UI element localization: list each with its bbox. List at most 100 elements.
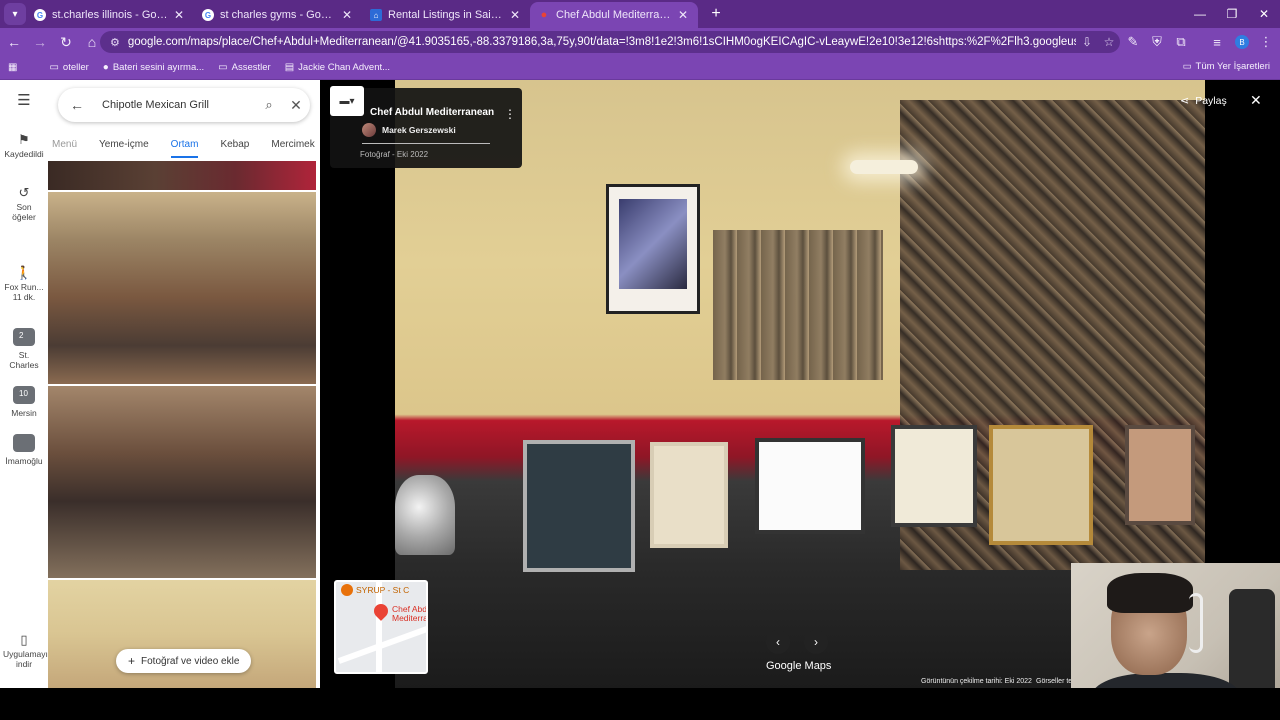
rail-label: St. Charles [9, 350, 39, 370]
folder-icon: ▭ [49, 62, 59, 73]
avatar[interactable] [362, 123, 376, 137]
photo-thumbnail[interactable] [48, 192, 316, 384]
bookmark-label: oteller [62, 62, 89, 73]
thumbnail-badge: 2 [19, 331, 24, 340]
site-icon: ● [102, 62, 109, 73]
all-bookmarks[interactable]: ▭ Tüm Yer İşaretleri [1183, 61, 1270, 72]
tab-ortam[interactable]: Ortam [170, 136, 199, 158]
rail-st-charles[interactable]: 2 St. Charles [0, 328, 48, 370]
bookmark-label: Bateri sesini ayırma... [112, 62, 205, 73]
clear-search-icon[interactable]: ✕ [282, 97, 310, 114]
add-photo-button[interactable]: + Fotoğraf ve video ekle [116, 649, 252, 673]
media-icon[interactable]: ≡ [1205, 28, 1229, 56]
star-icon[interactable]: ☆ [1098, 35, 1120, 49]
history-icon: ↺ [18, 185, 30, 200]
menu-icon[interactable]: ⋮ [1254, 28, 1278, 56]
search-icon[interactable]: ⌕ [256, 97, 282, 113]
rail-recents[interactable]: ↺ Son öğeler [0, 185, 48, 222]
photo-thumbnail[interactable] [48, 161, 316, 190]
share-label: Paylaş [1195, 94, 1227, 107]
window-close-icon[interactable]: ✕ [1248, 0, 1280, 28]
framed-certificate [523, 440, 635, 572]
tab-label: Rental Listings in Saint Charles [388, 9, 504, 21]
rail-label: Uygulamayı indir [3, 649, 48, 669]
rail-label: Kaydedildi [4, 149, 44, 159]
back-icon[interactable]: ← [2, 30, 26, 54]
headset [1189, 593, 1203, 653]
bookmark-assestler[interactable]: ▭ Assestler [218, 62, 271, 73]
rail-mersin[interactable]: 10 Mersin [0, 386, 48, 418]
bookmark-oteller[interactable]: ▭ oteller [49, 62, 88, 73]
framed-certificate [1125, 425, 1195, 525]
map-road [337, 626, 426, 664]
thumbnail-icon [13, 434, 35, 452]
menu-icon: ☰ [17, 92, 31, 109]
tab-search-icon[interactable]: ▾ [4, 3, 26, 25]
new-tab-button[interactable]: + [706, 5, 726, 23]
restore-icon[interactable]: ❐ [1216, 0, 1248, 28]
profile-avatar[interactable]: B [1235, 35, 1249, 49]
minimize-icon[interactable]: — [1184, 0, 1216, 28]
reload-icon[interactable]: ↻ [54, 30, 78, 54]
forward-icon[interactable]: → [28, 30, 52, 54]
rail-download-app[interactable]: ▯ Uygulamayı indir [0, 633, 48, 669]
tab-2[interactable]: G st charles gyms - Google'da Ara ✕ [194, 2, 362, 28]
photo-thumbnail[interactable] [48, 386, 316, 578]
more-options-icon[interactable]: ⋮ [504, 107, 516, 121]
tab-kebap[interactable]: Kebap [220, 136, 249, 158]
maps-icon: ● [540, 9, 548, 21]
hamburger-menu[interactable]: ☰ [0, 92, 48, 110]
bookmark-jackie[interactable]: ▤ Jackie Chan Advent... [285, 62, 390, 73]
rail-fox-run[interactable]: 🚶 Fox Run... 11 dk. [0, 266, 48, 302]
url-text[interactable]: google.com/maps/place/Chef+Abdul+Mediter… [128, 36, 1076, 48]
next-photo-icon[interactable]: › [804, 630, 828, 654]
apps-icon[interactable]: ▦ [8, 62, 21, 73]
framed-certificate [755, 438, 865, 534]
mini-map[interactable]: SYRUP - St C Chef Abd Mediterra [334, 580, 428, 674]
thumbnail-badge: 10 [19, 389, 28, 398]
back-arrow-icon[interactable]: ← [62, 97, 92, 113]
pen-extension-icon[interactable]: ✎ [1121, 28, 1145, 56]
shield-extension-icon[interactable]: ⛨ [1145, 28, 1169, 56]
rail-label: Son öğeler [12, 202, 36, 222]
framed-poster [606, 184, 700, 314]
toolbar: ← → ↻ ⌂ ⚙ google.com/maps/place/Chef+Abd… [0, 28, 1280, 56]
tab-yeme-icme[interactable]: Yeme-içme [99, 136, 149, 158]
close-icon[interactable]: ✕ [172, 8, 186, 22]
photo-nav: ‹ › [766, 630, 842, 654]
rail-label: Mersin [11, 408, 37, 418]
rail-saved[interactable]: ⚑ Kaydedildi [0, 132, 48, 159]
close-icon[interactable]: ✕ [340, 8, 354, 22]
map-road [376, 582, 382, 672]
all-bookmarks-label: Tüm Yer İşaretleri [1195, 61, 1270, 72]
add-photo-label: Fotoğraf ve video ekle [141, 655, 240, 667]
close-viewer-icon[interactable]: ✕ [1250, 92, 1262, 109]
address-bar[interactable]: ⚙ google.com/maps/place/Chef+Abdul+Medit… [100, 31, 1120, 53]
capture-date: Görüntünün çekilme tarihi: Eki 2022 [921, 678, 1032, 685]
tab-menu[interactable]: Menü [52, 136, 77, 158]
divider [362, 143, 490, 144]
tab-mercimek[interactable]: Mercimek [271, 136, 314, 158]
tab-3[interactable]: ⌂ Rental Listings in Saint Charles ✕ [362, 2, 530, 28]
maps-rail: ☰ ⚑ Kaydedildi ↺ Son öğeler 🚶 Fox Run... 11… [0, 80, 48, 688]
tab-4-active[interactable]: ● Chef Abdul Mediterranean - Go ✕ [530, 2, 698, 28]
install-icon[interactable]: ⇩ [1076, 35, 1098, 49]
rail-imamoglu[interactable]: İmamoğlu [0, 434, 48, 466]
close-icon[interactable]: ✕ [508, 8, 522, 22]
place-title[interactable]: Chef Abdul Mediterranean [370, 107, 494, 118]
tab-label: st charles gyms - Google'da Ara [220, 9, 336, 21]
previous-photo-icon[interactable]: ‹ [766, 630, 790, 654]
close-icon[interactable]: ✕ [676, 8, 690, 22]
bookmark-icon: ⚑ [18, 132, 30, 147]
google-maps-logo: Google Maps [766, 660, 832, 672]
tab-label: Chef Abdul Mediterranean - Go [556, 9, 672, 21]
photo-date: Fotoğraf - Eki 2022 [360, 150, 429, 159]
author-name[interactable]: Marek Gerszewski [382, 125, 456, 135]
tab-1[interactable]: G st.charles illinois - Google'da Ar ✕ [26, 2, 194, 28]
keyboard-icon[interactable]: ▬▾ [330, 86, 364, 116]
share-button[interactable]: ⋖ Paylaş [1180, 94, 1227, 108]
search-input[interactable]: Chipotle Mexican Grill [92, 99, 256, 111]
puzzle-extension-icon[interactable]: ⧉ [1169, 28, 1193, 56]
bookmark-bateri[interactable]: ● Bateri sesini ayırma... [103, 62, 204, 73]
site-info-icon[interactable]: ⚙ [110, 36, 120, 49]
